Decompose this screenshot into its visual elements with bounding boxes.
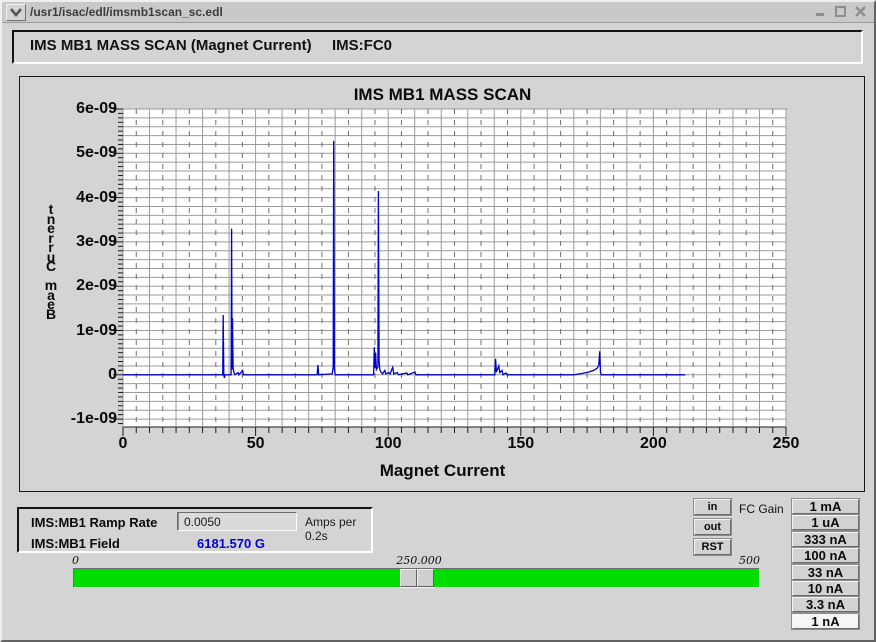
field-label: IMS:MB1 Field — [31, 536, 120, 551]
x-tick-label: 50 — [221, 435, 291, 453]
y-tick-label: 2e-09 — [37, 277, 117, 295]
y-tick-label: 5e-09 — [37, 144, 117, 162]
maximize-icon[interactable] — [832, 4, 848, 19]
gain-button-1-na[interactable]: 1 nA — [792, 614, 859, 629]
ramp-rate-label: IMS:MB1 Ramp Rate — [31, 515, 157, 530]
gain-button-10-na[interactable]: 10 nA — [792, 581, 859, 596]
field-value: 6181.570 G — [197, 536, 265, 551]
x-tick-label: 0 — [88, 435, 158, 453]
x-tick-label: 100 — [353, 435, 423, 453]
ramp-rate-units: Amps per 0.2s — [305, 515, 371, 543]
y-tick-label: 1e-09 — [37, 322, 117, 340]
chart-title: IMS MB1 MASS SCAN — [111, 85, 774, 105]
fc-rst-button[interactable]: RST — [694, 539, 731, 555]
slider-thumb-left-half[interactable] — [400, 569, 417, 587]
gain-button-100-na[interactable]: 100 nA — [792, 548, 859, 563]
slider-thumb-right-half[interactable] — [417, 569, 434, 587]
gain-button-1-ua[interactable]: 1 uA — [792, 515, 859, 530]
device-label: IMS:FC0 — [332, 37, 392, 54]
y-tick-label: -1e-09 — [37, 410, 117, 428]
plot-area — [111, 107, 788, 437]
fc-out-button[interactable]: out — [694, 519, 731, 535]
slider-min-label: 0 — [72, 554, 79, 567]
chart-panel: IMS MB1 MASS SCAN tnerruC maeB 6e-09 5e-0… — [19, 76, 865, 492]
slider-value-label: 250.000 — [379, 554, 459, 567]
readback-panel: IMS:MB1 Ramp Rate Amps per 0.2s IMS:MB1 … — [17, 507, 373, 553]
x-tick-label: 150 — [486, 435, 556, 453]
window-menu-chevron-icon[interactable] — [6, 4, 26, 21]
magnet-current-slider-thumb[interactable] — [400, 569, 434, 587]
y-tick-label: 4e-09 — [37, 189, 117, 207]
gain-button-1-ma[interactable]: 1 mA — [792, 499, 859, 514]
x-axis-label: Magnet Current — [111, 461, 774, 481]
fc-gain-label: FC Gain — [739, 502, 784, 516]
y-tick-label: 3e-09 — [37, 233, 117, 251]
magnet-current-slider-track[interactable] — [73, 568, 760, 588]
window-titlebar[interactable]: /usr1/isac/edl/imsmb1scan_sc.edl — [2, 2, 874, 23]
close-icon[interactable] — [852, 4, 868, 19]
minimize-icon[interactable] — [812, 4, 828, 19]
page-title: IMS MB1 MASS SCAN (Magnet Current) — [30, 37, 312, 54]
edm-window: /usr1/isac/edl/imsmb1scan_sc.edl IMS MB1… — [0, 0, 876, 642]
gain-button-33-na[interactable]: 33 nA — [792, 565, 859, 580]
gain-button-3-3-na[interactable]: 3.3 nA — [792, 597, 859, 612]
gain-button-333-na[interactable]: 333 nA — [792, 532, 859, 547]
slider-max-label: 500 — [730, 554, 760, 567]
x-tick-label: 200 — [618, 435, 688, 453]
header-strip: IMS MB1 MASS SCAN (Magnet Current) IMS:F… — [12, 30, 863, 64]
ramp-rate-input[interactable] — [177, 512, 297, 531]
y-tick-label: 0 — [37, 366, 117, 384]
y-tick-label: 6e-09 — [37, 100, 117, 118]
window-title: /usr1/isac/edl/imsmb1scan_sc.edl — [30, 5, 223, 19]
x-tick-label: 250 — [751, 435, 821, 453]
y-axis-label: tnerruC maeB — [40, 205, 62, 319]
fc-in-button[interactable]: in — [694, 499, 731, 515]
